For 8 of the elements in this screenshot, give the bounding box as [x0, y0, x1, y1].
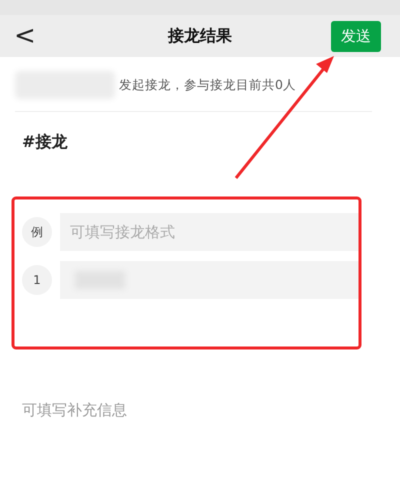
topic-title: #接龙 [22, 132, 68, 153]
format-field[interactable]: 可填写接龙格式 [60, 213, 360, 251]
row-number: 例 [22, 217, 52, 247]
page-title: 接龙结果 [168, 26, 232, 44]
back-button[interactable]: < [10, 21, 40, 51]
summary-text: 发起接龙，参与接龙目前共0人 [119, 76, 296, 94]
entry-field[interactable] [60, 261, 360, 299]
row-number: 1 [22, 265, 52, 295]
